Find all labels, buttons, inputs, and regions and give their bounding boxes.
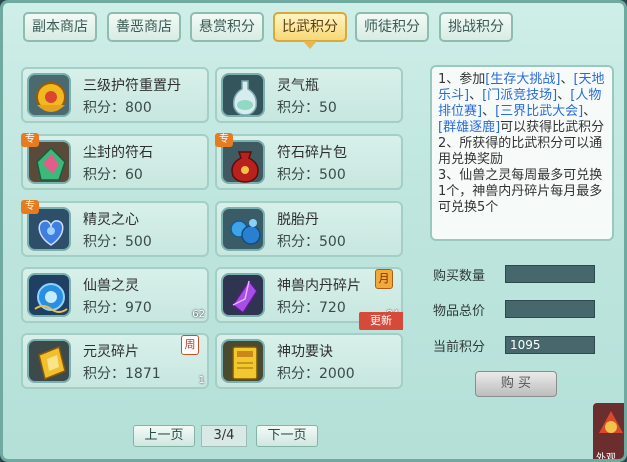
total-price-label: 物品总价 [433, 304, 486, 319]
item-price: 积分：1871 [83, 366, 161, 382]
separator: 、 [469, 88, 483, 103]
item-name: 灵气瓶 [277, 78, 319, 94]
shop-item[interactable]: 84 月 更新 神兽内丹碎片 积分：720 [215, 267, 403, 330]
item-name: 符石碎片包 [277, 145, 347, 161]
shop-item[interactable]: 专 尘封的符石 积分：60 [21, 133, 209, 190]
item-name: 脱胎丹 [277, 212, 319, 228]
item-price: 积分：2000 [277, 366, 355, 382]
item-price: 积分：720 [277, 300, 346, 316]
tab-dungeon-shop[interactable]: 副本商店 [23, 12, 97, 42]
current-points-value: 1095 [505, 336, 595, 354]
blue-pill-icon [221, 207, 265, 251]
spirit-bottle-icon [221, 73, 265, 117]
shop-item[interactable]: 神功要诀 积分：2000 [215, 333, 403, 389]
separator: 、 [583, 104, 597, 119]
rule-2: 2、所获得的比武积分可以通用兑换奖励 [438, 136, 603, 167]
item-price: 积分：970 [83, 300, 152, 316]
shop-item[interactable]: 脱胎丹 积分：500 [215, 201, 403, 257]
event-link-qunxiong[interactable]: [群雄逐鹿] [438, 120, 500, 135]
skill-book-icon [221, 339, 265, 383]
item-name: 神兽内丹碎片 [277, 278, 361, 294]
shop-item[interactable]: 专 精灵之心 积分：500 [21, 200, 209, 257]
prev-page-button[interactable]: 上一页 [133, 425, 195, 447]
item-count: 62 [192, 309, 205, 320]
item-price: 积分：500 [277, 167, 346, 183]
gold-shard-icon [27, 339, 71, 383]
item-name: 元灵碎片 [83, 344, 139, 360]
total-price-value [505, 300, 595, 318]
event-link-sect-arena[interactable]: [门派竞技场] [482, 88, 557, 103]
item-price: 积分：50 [277, 100, 337, 116]
event-link-sanjie[interactable]: [三界比武大会] [495, 104, 583, 119]
tab-challenge-points[interactable]: 挑战积分 [439, 12, 513, 42]
next-page-button[interactable]: 下一页 [256, 425, 318, 447]
purple-crystal-icon [221, 273, 265, 317]
quantity-input[interactable] [505, 265, 595, 283]
tab-bounty-points[interactable]: 悬赏积分 [190, 12, 264, 42]
weekly-limit-badge: 周 [181, 335, 199, 355]
item-count: 1 [198, 375, 205, 386]
rules-info-box: 1、参加[生存大挑战]、[天地乐斗]、[门派竞技场]、[人物排位赛]、[三界比武… [430, 65, 614, 241]
item-name: 仙兽之灵 [83, 278, 139, 294]
item-price: 积分：800 [83, 100, 152, 116]
shop-item[interactable]: 三级护符重置丹 积分：800 [21, 67, 209, 123]
new-tag: 更新 [359, 312, 403, 330]
beast-soul-icon [27, 273, 71, 317]
separator: 、 [560, 72, 574, 87]
rule-text: 1、参加 [438, 72, 486, 87]
tab-karma-shop[interactable]: 善恶商店 [107, 12, 181, 42]
item-name: 神功要诀 [277, 344, 333, 360]
buy-button[interactable]: 购 买 [475, 371, 557, 397]
item-price: 积分：500 [277, 234, 346, 250]
shop-item[interactable]: 专 符石碎片包 积分：500 [215, 133, 403, 190]
shop-item[interactable]: 1 周 元灵碎片 积分：1871 [21, 333, 209, 389]
exclusive-badge: 专 [215, 133, 233, 147]
item-name: 精灵之心 [83, 212, 139, 228]
exclusive-badge: 专 [21, 200, 39, 214]
quantity-label: 购买数量 [433, 269, 486, 284]
current-points-label: 当前积分 [433, 340, 486, 355]
tab-arena-points[interactable]: 比武积分 [273, 12, 347, 49]
rule-1: 1、参加[生存大挑战]、[天地乐斗]、[门派竞技场]、[人物排位赛]、[三界比武… [438, 72, 606, 136]
shop-panel: 副本商店 善恶商店 悬赏积分 比武积分 师徒积分 挑战积分 三级护符重置丹 积分… [0, 0, 627, 462]
monthly-limit-badge: 月 [375, 269, 393, 289]
page-indicator: 3/4 [201, 425, 247, 447]
shop-item[interactable]: 灵气瓶 积分：50 [215, 67, 403, 123]
tab-mentor-points[interactable]: 师徒积分 [355, 12, 429, 42]
item-price: 积分：60 [83, 167, 143, 183]
separator: 、 [482, 104, 496, 119]
item-price: 积分：500 [83, 234, 152, 250]
event-link-survival[interactable]: [生存大挑战] [485, 72, 560, 87]
item-name: 尘封的符石 [83, 145, 153, 161]
shop-item[interactable]: 62 仙兽之灵 积分：970 [21, 267, 209, 323]
exclusive-badge: 专 [21, 133, 39, 147]
gold-amulet-icon [27, 73, 71, 117]
rule-3: 3、仙兽之灵每周最多可兑换1个，神兽内丹碎片每月最多可兑换5个 [438, 168, 603, 215]
item-name: 三级护符重置丹 [83, 78, 181, 94]
rule-text: 可以获得比武积分 [500, 120, 605, 135]
separator: 、 [557, 88, 571, 103]
appearance-shortcut-label: 外观 [596, 453, 616, 462]
